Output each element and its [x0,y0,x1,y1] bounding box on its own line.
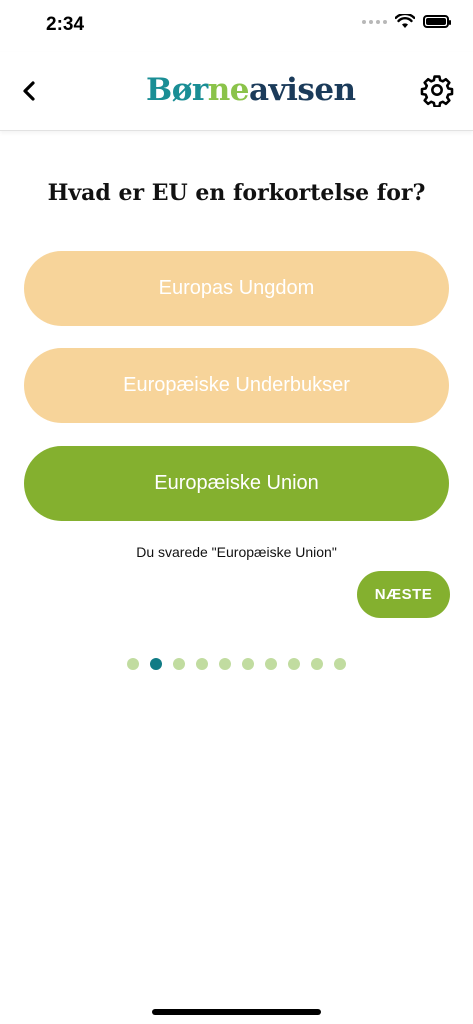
battery-icon [423,15,451,28]
logo-part-2: ne [207,72,250,108]
next-button[interactable]: NÆSTE [357,571,450,618]
settings-button[interactable] [419,72,455,108]
progress-dot-active [150,658,162,670]
status-icons [362,14,451,29]
home-indicator [152,1009,321,1015]
wifi-icon [395,14,415,28]
app-logo: Børneavisen [146,72,356,108]
progress-dot [127,658,139,670]
answer-option-label: Europas Ungdom [158,277,315,299]
logo-part-1: Bør [146,72,208,108]
status-bar: 2:34 [0,0,473,52]
logo-part-3: avisen [248,72,356,108]
answer-option-label: Europæiske Union [154,472,319,494]
progress-dot [334,658,346,670]
question-title: Hvad er EU en forkortelse for? [47,180,426,206]
progress-dot [219,658,231,670]
back-button[interactable] [14,74,44,108]
status-time: 2:34 [46,14,85,35]
progress-dot [173,658,185,670]
progress-dot [288,658,300,670]
progress-dot [265,658,277,670]
progress-dot [242,658,254,670]
chevron-left-icon [23,81,35,101]
progress-dot [196,658,208,670]
answer-option-1[interactable]: Europas Ungdom [24,251,449,326]
answer-feedback: Du svarede "Europæiske Union" [136,544,337,560]
answer-option-label: Europæiske Underbukser [123,374,350,396]
progress-dot [311,658,323,670]
progress-dots [127,658,346,670]
cellular-signal-icon [362,19,387,24]
next-button-label: NÆSTE [374,586,433,603]
navigation-bar: Børneavisen [0,52,473,131]
answer-option-3-selected[interactable]: Europæiske Union [24,446,449,521]
answer-option-2[interactable]: Europæiske Underbukser [24,348,449,423]
gear-icon [420,75,454,107]
